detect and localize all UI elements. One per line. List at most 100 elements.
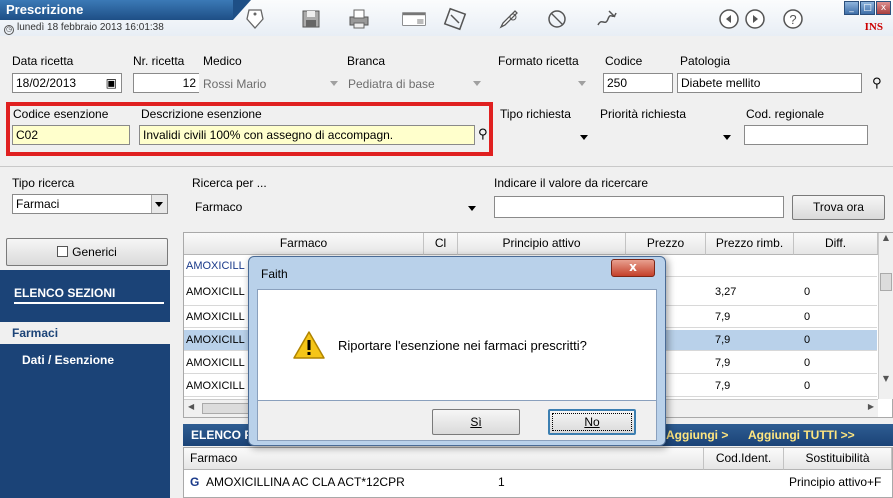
data-ricetta-field[interactable]: 18/02/2013 ▣ [12, 73, 122, 93]
dialog-title: Faith [261, 267, 288, 281]
valore-label: Indicare il valore da ricercare [494, 176, 649, 190]
column-header-farmaco[interactable]: Farmaco [184, 233, 424, 255]
descrizione-esenzione-label: Descrizione esenzione [141, 107, 262, 121]
branca-select[interactable]: Pediatra di base [345, 75, 485, 95]
no-label: No [584, 415, 600, 429]
scroll-left-icon[interactable]: ◀ [188, 402, 194, 411]
warning-icon [292, 330, 326, 363]
help-icon[interactable]: ? [780, 6, 806, 32]
prescribed-qty: 1 [498, 475, 505, 489]
printer-icon[interactable] [346, 6, 372, 32]
row-diff: 0 [804, 380, 811, 392]
cod-regionale-label: Cod. regionale [746, 107, 825, 121]
nr-ricetta-field[interactable]: 12 [133, 73, 199, 93]
signature-icon[interactable] [594, 6, 620, 32]
column-header-cod-ident[interactable]: Cod.Ident. [704, 448, 784, 470]
chevron-down-icon [468, 206, 476, 211]
priorita-richiesta-select[interactable] [603, 127, 735, 147]
tipo-ricerca-select[interactable]: Farmaci [12, 194, 168, 214]
row-prezzo-rimb: 7,9 [715, 380, 731, 392]
sidebar [0, 270, 170, 498]
tipo-ricerca-label: Tipo ricerca [12, 176, 75, 190]
calendar-icon[interactable]: ▣ [106, 75, 117, 92]
stethoscope-icon[interactable] [544, 6, 570, 32]
prescribed-sostituibilita: Principio attivo+F [789, 475, 882, 489]
window-controls: _ □ x [844, 1, 891, 15]
column-header-prezzo-rimb[interactable]: Prezzo rimb. [706, 233, 794, 255]
generici-toggle[interactable]: Generici [6, 238, 168, 266]
no-button[interactable]: No [548, 409, 636, 435]
data-ricetta-value: 18/02/2013 [16, 76, 77, 90]
elenco-label: ELENCO F [191, 428, 252, 442]
maximize-icon[interactable]: □ [860, 1, 875, 15]
codice-esenzione-field[interactable]: C02 [12, 125, 130, 145]
ricerca-per-select[interactable]: Farmaco [192, 198, 480, 218]
tipo-richiesta-select[interactable] [500, 127, 592, 147]
medicine-icon[interactable] [442, 6, 468, 32]
column-header-prezzo[interactable]: Prezzo [626, 233, 706, 255]
row-prezzo-rimb: 7,9 [715, 334, 731, 346]
aggiungi-link[interactable]: Aggiungi > [666, 428, 728, 442]
prescribed-row[interactable]: G AMOXICILLINA AC CLA ACT*12CPR 1 Princi… [184, 472, 892, 493]
vertical-scrollbar[interactable]: ▲ ▼ [878, 233, 893, 399]
row-prezzo-rimb: 7,9 [715, 311, 731, 323]
chevron-down-icon [330, 81, 338, 86]
column-header-cl[interactable]: Cl [424, 233, 458, 255]
back-icon[interactable] [716, 6, 742, 32]
cod-regionale-field[interactable] [744, 125, 868, 145]
codice-esenzione-label: Codice esenzione [13, 107, 109, 121]
row-diff: 0 [804, 311, 811, 323]
pencil-edit-icon[interactable] [496, 6, 522, 32]
close-icon[interactable]: x [876, 1, 891, 15]
column-header-farmaco[interactable]: Farmaco [184, 448, 704, 470]
medico-label: Medico [203, 54, 242, 68]
scroll-thumb[interactable] [880, 273, 892, 291]
aggiungi-tutti-link[interactable]: Aggiungi TUTTI >> [748, 428, 855, 442]
sidebar-item-dati-esenzione[interactable]: Dati / Esenzione [22, 353, 114, 367]
descrizione-esenzione-field[interactable]: Invalidi civili 100% con assegno di acco… [139, 125, 475, 145]
trova-ora-label: Trova ora [813, 200, 864, 214]
elenco-sezioni-heading: ELENCO SEZIONI [14, 286, 164, 304]
app-title: Prescrizione [6, 2, 84, 17]
scroll-down-icon[interactable]: ▼ [879, 374, 893, 383]
generici-checkbox[interactable] [57, 246, 69, 257]
chevron-down-icon [155, 202, 163, 207]
scroll-up-icon[interactable]: ▲ [879, 233, 893, 242]
generici-label: Generici [72, 245, 117, 259]
window-search-icon[interactable] [394, 6, 434, 32]
confirm-dialog: Faith x Riportare l'esenzione nei farmac… [248, 256, 666, 446]
formato-ricetta-select[interactable] [498, 75, 590, 95]
scroll-right-icon[interactable]: ▶ [868, 402, 874, 411]
trova-ora-button[interactable]: Trova ora [792, 195, 885, 220]
patologia-field[interactable]: Diabete mellito [677, 73, 862, 93]
generic-badge: G [190, 475, 200, 489]
column-header-principio-attivo[interactable]: Principio attivo [458, 233, 626, 255]
search-icon[interactable]: ⚲ [478, 127, 488, 142]
yes-button[interactable]: Sì [432, 409, 520, 435]
save-icon[interactable] [298, 6, 324, 32]
valore-ricerca-input[interactable] [494, 196, 784, 218]
priorita-richiesta-label: Priorità richiesta [600, 107, 687, 121]
dialog-close-button[interactable]: x [611, 259, 655, 277]
data-ricetta-label: Data ricetta [12, 54, 74, 68]
forward-icon[interactable] [742, 6, 768, 32]
medico-select[interactable]: Rossi Mario [200, 75, 342, 95]
ricerca-per-label: Ricerca per ... [192, 176, 267, 190]
dialog-footer: Sì No [257, 401, 657, 441]
formato-ricetta-label: Formato ricetta [498, 54, 579, 68]
column-header-diff[interactable]: Diff. [794, 233, 878, 255]
sidebar-item-farmaci[interactable]: Farmaci [0, 322, 170, 344]
codice-field[interactable]: 250 [603, 73, 673, 93]
chevron-down-icon [723, 135, 731, 140]
column-header-sostituibilita[interactable]: Sostituibilità [784, 448, 892, 470]
row-diff: 0 [804, 286, 811, 298]
tag-icon[interactable] [242, 6, 268, 32]
minimize-icon[interactable]: _ [844, 1, 859, 15]
codice-label: Codice [605, 54, 643, 68]
dropdown-button[interactable] [151, 195, 167, 213]
row-farmaco: AMOXICILL [186, 357, 245, 369]
row-prezzo-rimb: 7,9 [715, 357, 731, 369]
row-farmaco: AMOXICILL [186, 286, 245, 298]
search-icon[interactable]: ⚲ [872, 76, 882, 91]
chevron-down-icon [473, 81, 481, 86]
